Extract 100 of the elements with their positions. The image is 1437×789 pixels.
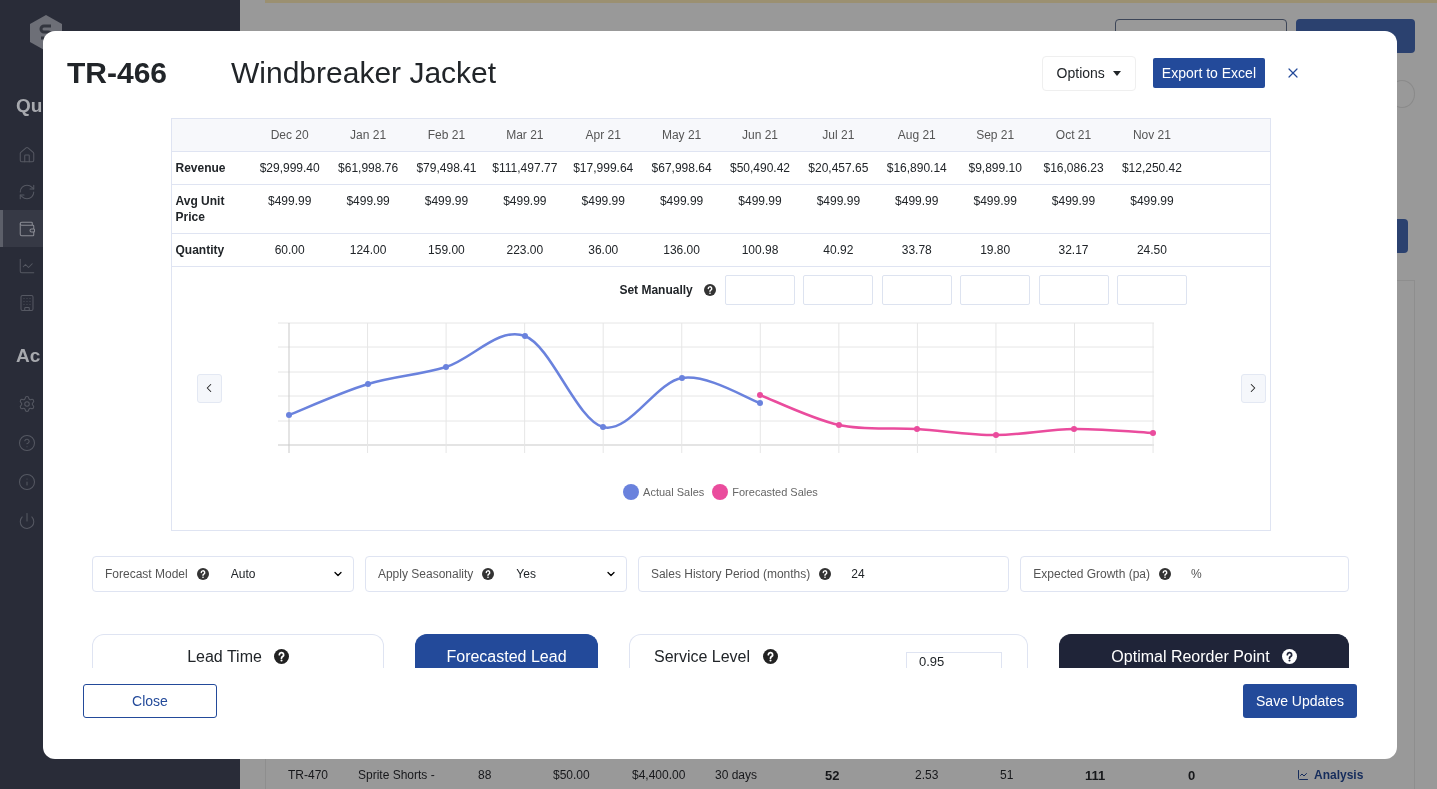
help-icon xyxy=(703,284,716,296)
table-cell-text: 19.80 xyxy=(980,242,1011,259)
setting-field[interactable]: Forecast Model Auto xyxy=(92,556,354,592)
input-field[interactable] xyxy=(1116,275,1187,305)
table-cell-text: $16,890.14 xyxy=(886,160,947,177)
table-cell-text: 60.00 xyxy=(274,242,305,259)
building-icon xyxy=(18,293,36,312)
input-field[interactable] xyxy=(725,275,795,305)
info-icon xyxy=(18,472,36,491)
column-header: May 21 xyxy=(661,127,702,144)
table-cell-text: $111,497.77 xyxy=(492,160,558,177)
table-cell-text: 52 xyxy=(825,767,841,783)
house-icon xyxy=(18,145,36,164)
table-cell-text: $50.00 xyxy=(553,768,591,782)
table-cell-text: $499.99 xyxy=(1130,193,1174,210)
field-label: Expected Growth (pa) xyxy=(1033,567,1150,581)
legend-label: Forecasted Sales xyxy=(732,486,818,498)
table-cell-text: 88 xyxy=(478,768,493,782)
input-field[interactable] xyxy=(803,275,874,305)
table-cell-text: 51 xyxy=(1000,768,1015,782)
setting-field[interactable]: Apply Seasonality Yes xyxy=(364,556,627,592)
table-cell-text: 36.00 xyxy=(588,242,619,259)
options-button[interactable]: Options xyxy=(1041,55,1136,91)
help-icon xyxy=(1159,568,1171,580)
table-cell-text: 136.00 xyxy=(663,242,700,259)
input-field[interactable] xyxy=(960,275,1031,305)
input-field[interactable]: % xyxy=(1171,557,1348,591)
column-header: Mar 21 xyxy=(506,127,544,144)
set-manually-label: Set Manually xyxy=(619,283,693,297)
data-point xyxy=(678,375,685,381)
column-header: Aug 21 xyxy=(897,127,936,144)
table-cell-text: 159.00 xyxy=(428,242,465,259)
table-cell-text: $79,498.41 xyxy=(416,160,477,177)
table-cell-text: $499.99 xyxy=(1051,193,1096,210)
previous-button[interactable] xyxy=(196,373,222,403)
chart-line-icon xyxy=(1297,769,1309,781)
input-field[interactable]: 24 xyxy=(831,557,1009,591)
select-field[interactable]: Yes xyxy=(494,557,626,591)
setting-field[interactable]: Expected Growth (pa) % xyxy=(1020,556,1349,592)
table-cell-text: 0 xyxy=(1188,767,1197,783)
select-field[interactable]: Auto xyxy=(208,557,353,591)
row-header: Avg Unit Price xyxy=(174,193,226,226)
card-title: Optimal Reorder Point xyxy=(1111,648,1270,666)
next-button[interactable] xyxy=(1240,373,1266,403)
table-cell-text: $499.99 xyxy=(816,193,861,210)
table-cell-text: $67,998.64 xyxy=(651,160,712,177)
caret-icon xyxy=(1112,70,1121,76)
input-field[interactable] xyxy=(1038,275,1109,305)
help-circle-icon xyxy=(18,433,36,452)
card-title: Service Level xyxy=(654,648,751,666)
table-cell-text: $499.99 xyxy=(738,193,782,210)
data-point xyxy=(913,426,920,432)
column-header: Oct 21 xyxy=(1055,127,1092,144)
setting-field[interactable]: Sales History Period (months) 24 xyxy=(637,556,1010,592)
data-point xyxy=(1149,430,1156,436)
close-button[interactable]: Close xyxy=(83,684,217,718)
card-title: Lead Time xyxy=(187,648,262,666)
sku-title: TR-466 xyxy=(67,56,169,90)
table-cell-text: $499.99 xyxy=(895,193,939,210)
table-cell-text: $499.99 xyxy=(346,193,390,210)
settings-icon xyxy=(18,394,36,413)
table-cell-text: 111 xyxy=(1085,767,1107,783)
data-point xyxy=(756,400,763,406)
data-point xyxy=(285,412,292,418)
table-cell-text: $29,999.40 xyxy=(259,160,320,177)
data-point xyxy=(442,364,449,370)
wallet-icon xyxy=(18,219,36,238)
column-header: Apr 21 xyxy=(585,127,621,144)
column-header: Jun 21 xyxy=(741,127,778,144)
data-point xyxy=(521,333,528,339)
column-header: Dec 20 xyxy=(270,127,309,144)
table-cell-text: 223.00 xyxy=(506,242,544,259)
help-icon xyxy=(196,568,209,580)
data-point xyxy=(599,424,606,430)
table-cell-text: Sprite Shorts - xyxy=(358,768,436,782)
table-cell-text: $50,490.42 xyxy=(729,160,790,177)
input-field[interactable]: 0.95 xyxy=(906,652,1002,668)
table-cell-text: $12,250.42 xyxy=(1121,160,1182,177)
export-button[interactable]: Export to Excel xyxy=(1152,58,1265,88)
data-point xyxy=(1070,426,1077,432)
table-cell-text: $17,999.64 xyxy=(573,160,634,177)
help-icon xyxy=(819,568,832,580)
analysis-link[interactable]: Analysis xyxy=(1297,768,1364,782)
column-header: Nov 21 xyxy=(1132,127,1171,144)
table-cell-text: 33.78 xyxy=(901,242,932,259)
data-point xyxy=(364,381,371,387)
nav-item[interactable] xyxy=(0,210,43,247)
section-heading: Ac xyxy=(15,344,42,368)
field-label: Forecast Model xyxy=(105,567,188,581)
table-cell-text: 32.17 xyxy=(1058,242,1089,259)
refresh-icon xyxy=(18,182,36,201)
column-header: Sep 21 xyxy=(976,127,1015,144)
table-cell-text: $61,998.76 xyxy=(338,160,399,177)
table-cell-text: 24.50 xyxy=(1136,242,1167,259)
data-point xyxy=(835,422,842,428)
field-label: Sales History Period (months) xyxy=(650,567,811,581)
save-button[interactable]: Save Updates xyxy=(1243,684,1357,718)
row-header: Quantity xyxy=(174,242,226,259)
input-field[interactable] xyxy=(881,275,952,305)
column-header: Feb 21 xyxy=(427,127,466,144)
